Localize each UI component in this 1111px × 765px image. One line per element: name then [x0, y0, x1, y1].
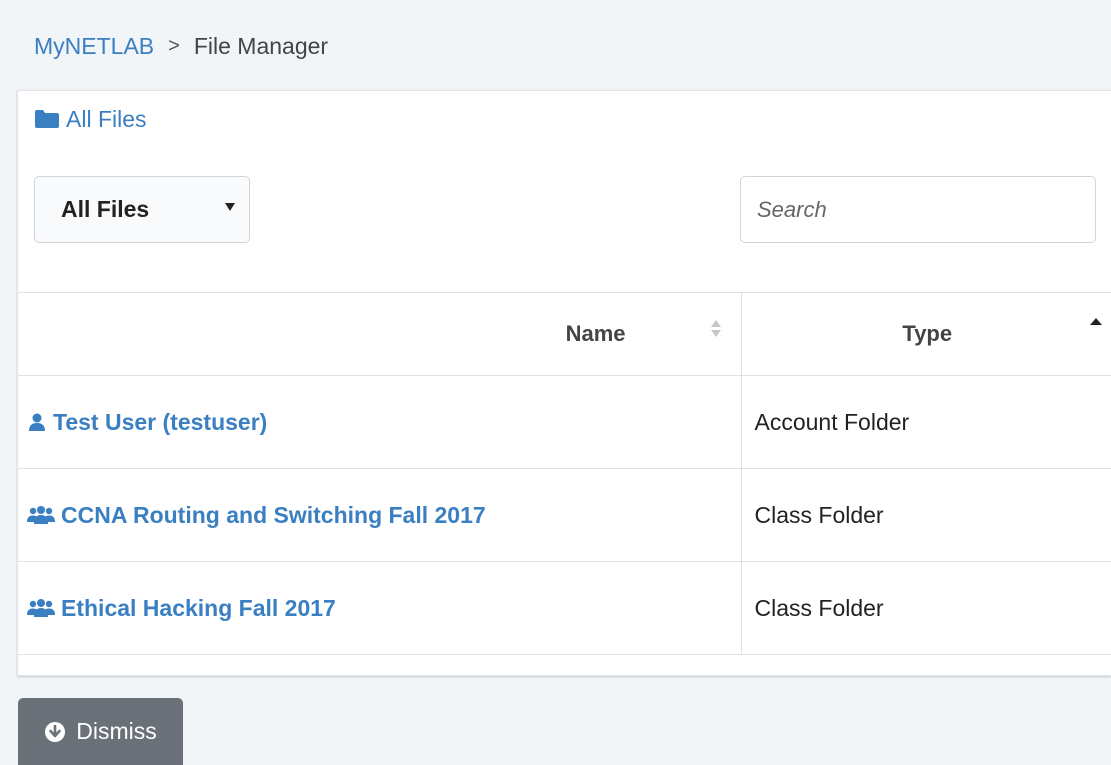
caret-down-icon	[225, 203, 235, 211]
breadcrumb-root-link[interactable]: MyNETLAB	[34, 33, 154, 60]
users-icon	[27, 506, 55, 524]
table-row: Ethical Hacking Fall 2017 Class Folder	[18, 561, 1111, 655]
users-icon	[27, 599, 55, 617]
file-type: Class Folder	[754, 501, 884, 528]
dismiss-button[interactable]: Dismiss	[18, 698, 183, 765]
file-filter-value: All Files	[61, 196, 150, 222]
file-name: Ethical Hacking Fall 2017	[61, 594, 336, 621]
table-row: CCNA Routing and Switching Fall 2017 Cla…	[18, 468, 1111, 562]
sort-both-icon	[710, 320, 721, 340]
table-row: Test User (testuser) Account Folder	[18, 375, 1111, 469]
user-icon	[29, 413, 45, 431]
panel-title-label: All Files	[66, 105, 147, 132]
dismiss-label: Dismiss	[76, 718, 157, 744]
column-header-name[interactable]: Name	[18, 292, 742, 376]
search-input[interactable]	[740, 176, 1096, 243]
breadcrumb-current: File Manager	[193, 32, 329, 59]
file-name: CCNA Routing and Switching Fall 2017	[61, 501, 486, 528]
folder-icon	[35, 110, 59, 128]
sort-ascending-icon	[1090, 318, 1102, 325]
file-link[interactable]: CCNA Routing and Switching Fall 2017	[19, 502, 740, 529]
column-header-type[interactable]: Type	[741, 292, 1111, 376]
file-type: Class Folder	[754, 594, 884, 621]
breadcrumb-separator: >	[168, 34, 180, 57]
panel-title-all-files[interactable]: All Files	[34, 105, 147, 133]
file-name: Test User (testuser)	[53, 408, 268, 435]
breadcrumb: MyNETLAB > File Manager	[34, 30, 328, 62]
file-type: Account Folder	[754, 408, 910, 435]
column-header-name-label: Name	[565, 321, 626, 346]
file-manager-panel: All Files All Files Name Type	[17, 90, 1111, 676]
file-filter-select[interactable]: All Files	[34, 176, 250, 243]
file-link[interactable]: Test User (testuser)	[19, 409, 740, 436]
column-header-type-label: Type	[902, 321, 953, 346]
files-table: Name Type Test User (testuser) Account F…	[18, 292, 1111, 655]
arrow-circle-down-icon	[45, 721, 66, 742]
file-link[interactable]: Ethical Hacking Fall 2017	[19, 595, 740, 622]
